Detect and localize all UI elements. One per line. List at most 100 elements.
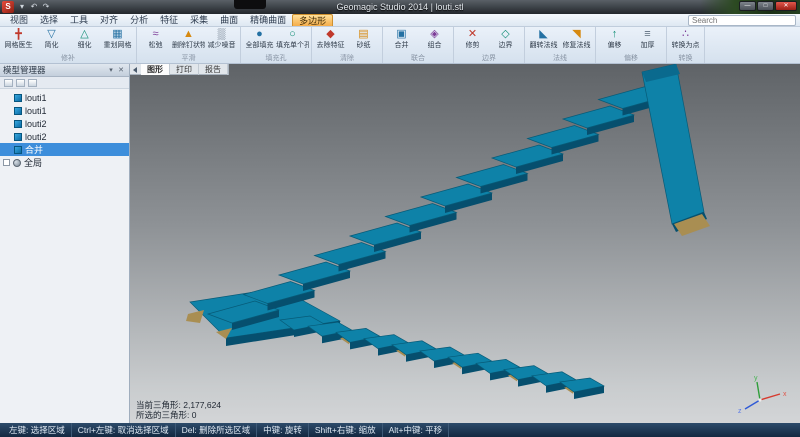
merge-button[interactable]: ▣ 合并 [385,28,418,54]
hint-delete: Del: 删除所选区域 [176,423,257,437]
redo-icon[interactable]: ↷ [41,1,51,13]
relax-label: 松弛 [149,41,163,50]
remove-spikes-button[interactable]: ▲ 删除钉状物 [172,28,205,54]
pin-icon[interactable]: ▾ [106,66,116,75]
group-label-cleanup: 清除 [314,54,380,63]
viewport-3d[interactable]: x y z 图形 打印 报告 当前三角形: 2,177,624 所选的三角形: … [130,64,800,423]
tree-item-louti2[interactable]: louti2 [0,117,129,130]
fill-all-button[interactable]: ● 全部填充 [243,28,276,54]
ribbon-group-repair: ╋ 网格医生 ▽ 简化 △ 细化 ▦ 重划网格 修补 [0,27,137,63]
reduce-noise-button[interactable]: ▒ 减少噪音 [205,28,238,54]
list-view-icon[interactable] [16,79,25,87]
flip-normals-icon: ◣ [539,28,547,41]
boundary-button[interactable]: ◇ 边界 [489,28,522,54]
defeature-button[interactable]: ◆ 去除特征 [314,28,347,54]
model-manager-title: 模型管理器 [3,64,46,76]
tree-item-louti1b[interactable]: louti1 [0,104,129,117]
ribbon-group-offset: ↑ 偏移 ≡ 加厚 偏移 [596,27,667,63]
ribbon-toolbar: ╋ 网格医生 ▽ 简化 △ 细化 ▦ 重划网格 修补 ≈ 松弛 [0,27,800,64]
tree-item-label: 全局 [24,156,42,169]
thicken-label: 加厚 [641,41,655,50]
maximize-button[interactable]: □ [757,1,774,11]
tree-item-global[interactable]: 全局 [0,156,129,169]
repair-normals-button[interactable]: ◥ 修复法线 [560,28,593,54]
minimize-button[interactable]: — [739,1,756,11]
tab-exact-surface[interactable]: 精确曲面 [244,14,292,26]
flip-normals-button[interactable]: ◣ 翻转法线 [527,28,560,54]
staircase-model[interactable]: x y z [130,64,800,423]
fill-all-label: 全部填充 [246,41,274,50]
mesh-doctor-label: 网格医生 [5,41,33,50]
tab-view[interactable]: 视图 [4,14,34,26]
boundary-label: 边界 [499,41,513,50]
relax-button[interactable]: ≈ 松弛 [139,28,172,54]
search-input[interactable] [689,16,800,25]
remove-spikes-icon: ▲ [183,28,194,41]
current-triangles: 当前三角形: 2,177,624 [136,400,221,410]
panel-close-icon[interactable]: ✕ [116,66,126,75]
repair-normals-label: 修复法线 [563,41,591,50]
tree-item-label: louti1 [25,93,47,103]
convert-to-points-button[interactable]: ∴ 转换为点 [669,28,702,54]
app-logo[interactable]: S [2,1,14,13]
tree-item-louti1[interactable]: louti1 [0,91,129,104]
viewport-tab-report[interactable]: 报告 [199,64,228,75]
remesh-button[interactable]: ▦ 重划网格 [101,28,134,54]
group-label-repair: 修补 [2,54,134,63]
tab-tools[interactable]: 工具 [64,14,94,26]
reduce-noise-label: 减少噪音 [208,41,236,50]
window-title: Geomagic Studio 2014 | louti.stl [150,0,650,14]
viewport-tab-graphics[interactable]: 图形 [141,64,170,75]
offset-label: 偏移 [608,41,622,50]
tab-polygons-active[interactable]: 多边形 [292,14,333,26]
tree-item-label: louti1 [25,106,47,116]
expander-icon[interactable] [3,159,10,166]
undo-icon[interactable]: ↶ [29,1,39,13]
fill-single-icon: ○ [289,28,296,41]
refine-button[interactable]: △ 细化 [68,28,101,54]
mesh-icon [14,120,22,128]
hint-select: 左键: 选择区域 [3,423,72,437]
sandpaper-label: 砂纸 [357,41,371,50]
tab-align[interactable]: 对齐 [94,14,124,26]
ribbon-group-normals: ◣ 翻转法线 ◥ 修复法线 法线 [525,27,596,63]
repair-normals-icon: ◥ [572,28,580,41]
tree-item-louti2b[interactable]: louti2 [0,130,129,143]
trim-button[interactable]: ✕ 修剪 [456,28,489,54]
tree-view-icon[interactable] [4,79,13,87]
menu-dropdown-icon[interactable]: ▾ [17,1,27,13]
collapse-sidebar-icon[interactable] [130,64,141,75]
tab-analysis[interactable]: 分析 [124,14,154,26]
hint-deselect: Ctrl+左键: 取消选择区域 [72,423,176,437]
thicken-icon: ≡ [644,28,650,41]
tree-item-merged-selected[interactable]: 合并 [0,143,129,156]
viewport-tab-print[interactable]: 打印 [170,64,199,75]
tab-features[interactable]: 特征 [154,14,184,26]
triangle-status: 当前三角形: 2,177,624 所选的三角形: 0 [136,400,221,420]
quick-access-toolbar: ▾ ↶ ↷ [17,1,51,13]
combine-button[interactable]: ◈ 组合 [418,28,451,54]
model-tree: louti1 louti1 louti2 louti2 合并 全局 [0,89,129,171]
mesh-doctor-button[interactable]: ╋ 网格医生 [2,28,35,54]
sandpaper-button[interactable]: ▤ 砂纸 [347,28,380,54]
simplify-icon: ▽ [47,28,55,41]
simplify-button[interactable]: ▽ 简化 [35,28,68,54]
group-label-offset: 偏移 [598,54,664,63]
thicken-button[interactable]: ≡ 加厚 [631,28,664,54]
mesh-icon [14,133,22,141]
offset-button[interactable]: ↑ 偏移 [598,28,631,54]
tab-surface[interactable]: 曲面 [214,14,244,26]
ribbon-tab-row: 视图 选择 工具 对齐 分析 特征 采集 曲面 精确曲面 多边形 [0,14,800,27]
status-hint-bar: 左键: 选择区域 Ctrl+左键: 取消选择区域 Del: 删除所选区域 中键:… [0,423,800,437]
title-bar: S ▾ ↶ ↷ Geomagic Studio 2014 | louti.stl… [0,0,800,14]
close-button[interactable]: ✕ [775,1,797,11]
axes-widget[interactable]: x y z [738,375,787,415]
mesh-icon [14,94,22,102]
tab-select[interactable]: 选择 [34,14,64,26]
mesh-icon [14,107,22,115]
tab-capture[interactable]: 采集 [184,14,214,26]
fill-single-button[interactable]: ○ 填充单个孔 [276,28,309,54]
properties-icon[interactable] [28,79,37,87]
group-label-combine: 联合 [385,54,451,63]
refine-icon: △ [80,28,88,41]
